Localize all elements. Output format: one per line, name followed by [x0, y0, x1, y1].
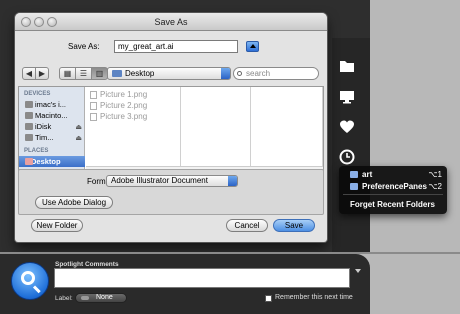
- file-icon: [90, 102, 97, 110]
- format-select[interactable]: Adobe Illustrator Document: [106, 175, 238, 187]
- cancel-button[interactable]: Cancel: [226, 219, 268, 232]
- devices-header: DEVICES: [24, 91, 51, 97]
- sidebar: DEVICES imac's i... Macinto... iDisk ⏏ Ti…: [19, 87, 85, 174]
- checkbox-icon[interactable]: [265, 295, 272, 302]
- format-accessory: Format: Adobe Illustrator Document Use A…: [18, 169, 324, 215]
- folder-icon: [350, 183, 358, 190]
- heart-icon[interactable]: [339, 119, 355, 135]
- chevron-updown-icon: [221, 68, 230, 79]
- desktop-icon: [25, 158, 33, 165]
- folder-icon[interactable]: [339, 58, 355, 74]
- search-input[interactable]: search: [233, 67, 319, 80]
- sidebar-item-imac[interactable]: imac's i...: [23, 99, 85, 110]
- file-icon: [90, 91, 97, 99]
- sidebar-item-idisk[interactable]: iDisk ⏏: [23, 121, 85, 132]
- location-select[interactable]: Desktop: [107, 67, 231, 80]
- clock-icon[interactable]: [339, 149, 355, 165]
- sidebar-item-time-machine[interactable]: Tim... ⏏: [23, 132, 85, 143]
- browser-column: [181, 87, 251, 174]
- recent-folders-menu: art ⌥1 PreferencePanes ⌥2 Forget Recent …: [339, 166, 447, 214]
- minimize-window-button[interactable]: [34, 17, 44, 27]
- label-select[interactable]: None: [75, 293, 127, 303]
- recent-folder-item[interactable]: PreferencePanes ⌥2: [339, 181, 447, 192]
- new-folder-button[interactable]: New Folder: [31, 219, 83, 232]
- browser-column: [251, 87, 323, 174]
- disclosure-triangle-icon[interactable]: [355, 269, 361, 273]
- drive-icon: [25, 134, 33, 141]
- idisk-icon: [25, 123, 33, 130]
- save-as-dialog: Save As Save As: my_great_art.ai ◀ ▶ ▦ ☰…: [15, 13, 327, 242]
- file-browser: DEVICES imac's i... Macinto... iDisk ⏏ Ti…: [18, 86, 324, 175]
- use-adobe-dialog-button[interactable]: Use Adobe Dialog: [35, 196, 113, 209]
- file-icon: [90, 113, 97, 121]
- menu-separator: [343, 194, 443, 195]
- column-view-button[interactable]: ▥: [91, 67, 108, 80]
- places-header: PLACES: [24, 148, 49, 154]
- chevron-updown-icon: [228, 176, 237, 186]
- zoom-window-button[interactable]: [47, 17, 57, 27]
- sidebar-item-macintosh[interactable]: Macinto...: [23, 110, 85, 121]
- label-label: Label:: [55, 295, 73, 302]
- filename-input[interactable]: my_great_art.ai: [114, 40, 238, 53]
- spotlight-comments-title: Spotlight Comments: [55, 261, 119, 268]
- recent-folder-item[interactable]: art ⌥1: [339, 169, 447, 180]
- shortcut-label: ⌥2: [428, 182, 442, 191]
- hard-drive-icon: [25, 112, 33, 119]
- list-view-button[interactable]: ☰: [75, 67, 92, 80]
- file-item[interactable]: Picture 2.png: [90, 101, 147, 110]
- close-window-button[interactable]: [21, 17, 31, 27]
- file-item[interactable]: Picture 3.png: [90, 112, 147, 121]
- dialog-titlebar: Save As: [15, 13, 327, 31]
- back-button[interactable]: ◀: [22, 67, 36, 80]
- search-placeholder: search: [246, 69, 271, 78]
- collapse-dialog-button[interactable]: [246, 41, 259, 52]
- label-color-icon: [81, 296, 89, 300]
- computer-icon: [25, 101, 33, 108]
- location-value: Desktop: [125, 69, 155, 78]
- folder-icon: [350, 171, 358, 178]
- browser-column: Picture 1.png Picture 2.png Picture 3.pn…: [86, 87, 181, 174]
- spotlight-icon: [11, 262, 49, 300]
- format-value: Adobe Illustrator Document: [111, 176, 208, 185]
- spotlight-comments-input[interactable]: [54, 268, 350, 288]
- eject-icon[interactable]: ⏏: [75, 133, 82, 143]
- shortcut-label: ⌥1: [428, 170, 442, 179]
- forget-recent-folders-item[interactable]: Forget Recent Folders: [350, 200, 435, 209]
- save-button[interactable]: Save: [273, 219, 315, 232]
- eject-icon[interactable]: ⏏: [75, 122, 82, 132]
- folder-icon: [112, 70, 122, 77]
- file-item[interactable]: Picture 1.png: [90, 90, 147, 99]
- computer-icon[interactable]: [339, 89, 355, 105]
- icon-view-button[interactable]: ▦: [59, 67, 76, 80]
- dialog-title: Save As: [154, 17, 188, 27]
- sidebar-item-desktop[interactable]: Desktop: [19, 156, 85, 167]
- save-as-label: Save As:: [68, 42, 100, 51]
- remember-checkbox[interactable]: Remember this next time: [265, 294, 353, 302]
- search-icon: [237, 71, 242, 76]
- forward-button[interactable]: ▶: [35, 67, 49, 80]
